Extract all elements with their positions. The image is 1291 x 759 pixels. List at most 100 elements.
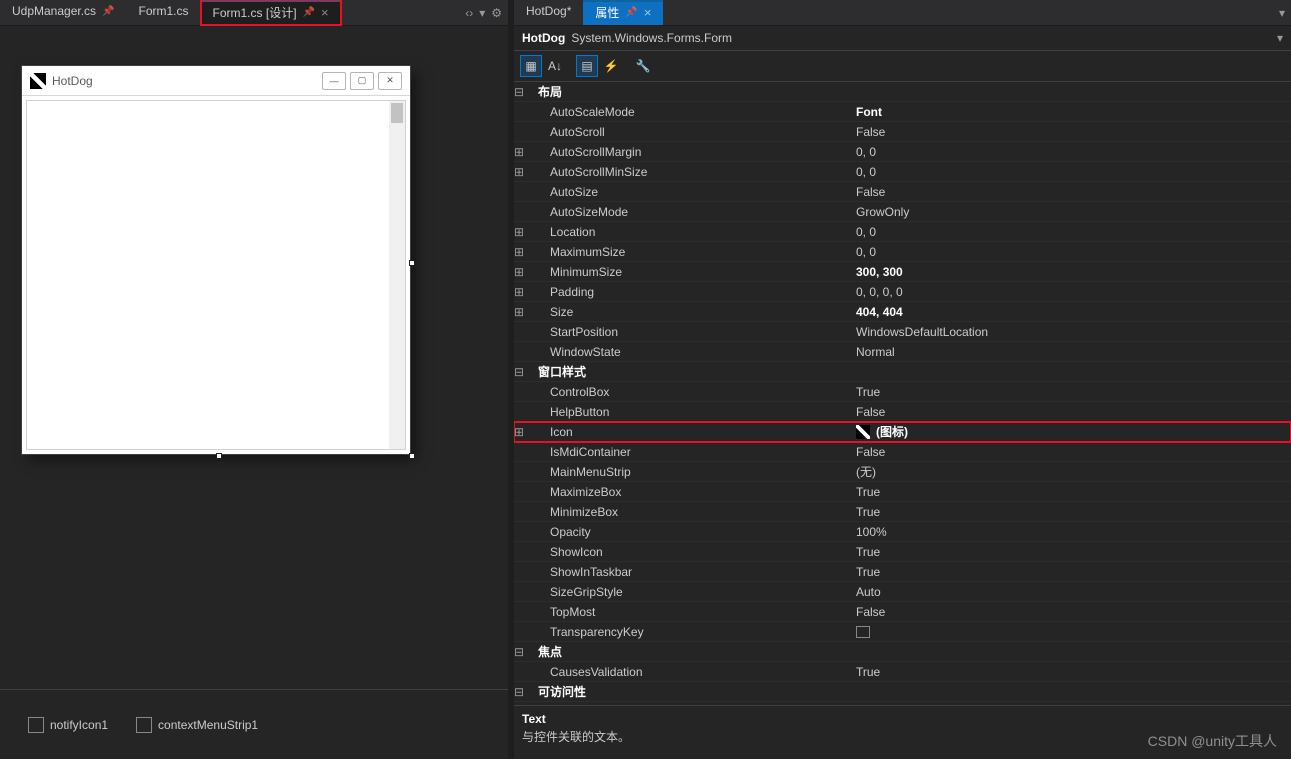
property-value[interactable]: 0, 0 <box>854 162 1291 181</box>
property-value[interactable]: GrowOnly <box>854 202 1291 221</box>
property-Padding[interactable]: ⊞Padding0, 0, 0, 0 <box>514 282 1291 302</box>
property-value[interactable]: False <box>854 402 1291 421</box>
property-MinimumSize[interactable]: ⊞MinimumSize300, 300 <box>514 262 1291 282</box>
properties-button[interactable]: ▤ <box>576 55 598 77</box>
property-value[interactable]: True <box>854 482 1291 501</box>
expand-toggle[interactable]: ⊞ <box>514 302 536 321</box>
property-MainMenuStrip[interactable]: MainMenuStrip(无) <box>514 462 1291 482</box>
maximize-button[interactable]: ▢ <box>350 72 374 90</box>
property-value[interactable]: Font <box>854 102 1291 121</box>
property-value[interactable] <box>854 702 1291 705</box>
property-StartPosition[interactable]: StartPositionWindowsDefaultLocation <box>514 322 1291 342</box>
property-value[interactable]: 0, 0 <box>854 222 1291 241</box>
property-SizeGripStyle[interactable]: SizeGripStyleAuto <box>514 582 1291 602</box>
property-Opacity[interactable]: Opacity100% <box>514 522 1291 542</box>
nav-back-icon[interactable]: ‹› <box>465 6 473 20</box>
close-icon[interactable]: × <box>644 5 652 20</box>
pin-icon[interactable]: 📌 <box>102 6 114 17</box>
pin-icon[interactable]: 📌 <box>303 7 315 18</box>
category-布局[interactable]: 布局 <box>536 82 562 101</box>
property-AutoScrollMargin[interactable]: ⊞AutoScrollMargin0, 0 <box>514 142 1291 162</box>
category-窗口样式[interactable]: 窗口样式 <box>536 362 586 381</box>
property-value[interactable]: (图标) <box>854 422 1291 441</box>
property-pages-button[interactable]: 🔧 <box>632 55 654 77</box>
property-value[interactable]: False <box>854 602 1291 621</box>
dropdown-icon[interactable]: ▾ <box>1279 6 1285 20</box>
expand-toggle[interactable]: ⊟ <box>514 362 536 381</box>
expand-toggle[interactable]: ⊞ <box>514 222 536 241</box>
close-button[interactable]: ✕ <box>378 72 402 90</box>
property-ControlBox[interactable]: ControlBoxTrue <box>514 382 1291 402</box>
property-AutoScroll[interactable]: AutoScrollFalse <box>514 122 1291 142</box>
gear-icon[interactable]: ⚙ <box>491 6 502 20</box>
property-value[interactable]: Auto <box>854 582 1291 601</box>
expand-toggle[interactable]: ⊟ <box>514 642 536 661</box>
minimize-button[interactable]: — <box>322 72 346 90</box>
pin-icon[interactable]: 📌 <box>625 7 637 18</box>
property-value[interactable]: True <box>854 562 1291 581</box>
property-Icon[interactable]: ⊞Icon(图标) <box>514 422 1291 442</box>
property-WindowState[interactable]: WindowStateNormal <box>514 342 1291 362</box>
property-value[interactable]: 0, 0 <box>854 242 1291 261</box>
events-button[interactable]: ⚡ <box>600 55 622 77</box>
property-value[interactable]: False <box>854 122 1291 141</box>
category-可访问性[interactable]: 可访问性 <box>536 682 586 701</box>
property-HelpButton[interactable]: HelpButtonFalse <box>514 402 1291 422</box>
expand-toggle[interactable]: ⊟ <box>514 682 536 701</box>
alphabetical-button[interactable]: A↓ <box>544 55 566 77</box>
property-AutoScrollMinSize[interactable]: ⊞AutoScrollMinSize0, 0 <box>514 162 1291 182</box>
property-TransparencyKey[interactable]: TransparencyKey <box>514 622 1291 642</box>
tab-form1-cs-[interactable]: Form1.cs [设计]📌× <box>201 0 341 25</box>
property-value[interactable]: True <box>854 542 1291 561</box>
property-MaximizeBox[interactable]: MaximizeBoxTrue <box>514 482 1291 502</box>
property-AutoScaleMode[interactable]: AutoScaleModeFont <box>514 102 1291 122</box>
close-icon[interactable]: × <box>321 5 329 20</box>
tab-HotDog*[interactable]: HotDog* <box>514 0 583 22</box>
property-AutoSizeMode[interactable]: AutoSizeModeGrowOnly <box>514 202 1291 222</box>
dropdown-icon[interactable]: ▾ <box>479 6 485 20</box>
expand-toggle[interactable]: ⊞ <box>514 142 536 161</box>
property-value[interactable] <box>854 622 1291 641</box>
chevron-down-icon[interactable]: ▾ <box>1277 31 1283 45</box>
tab-属性[interactable]: 属性📌× <box>583 0 663 25</box>
property-value[interactable]: 0, 0 <box>854 142 1291 161</box>
property-value[interactable]: (无) <box>854 462 1291 481</box>
tray-notifyIcon1[interactable]: notifyIcon1 <box>28 717 108 733</box>
expand-toggle[interactable]: ⊞ <box>514 262 536 281</box>
property-value[interactable]: False <box>854 442 1291 461</box>
scrollbar[interactable] <box>389 101 405 449</box>
expand-toggle[interactable]: ⊞ <box>514 422 536 441</box>
property-value[interactable]: 100% <box>854 522 1291 541</box>
tray-contextMenuStrip1[interactable]: contextMenuStrip1 <box>136 717 258 733</box>
property-MaximumSize[interactable]: ⊞MaximumSize0, 0 <box>514 242 1291 262</box>
expand-toggle[interactable]: ⊞ <box>514 242 536 261</box>
tab-form1-cs[interactable]: Form1.cs <box>127 0 201 22</box>
property-value[interactable]: False <box>854 182 1291 201</box>
property-value[interactable]: 300, 300 <box>854 262 1291 281</box>
property-IsMdiContainer[interactable]: IsMdiContainerFalse <box>514 442 1291 462</box>
property-ShowInTaskbar[interactable]: ShowInTaskbarTrue <box>514 562 1291 582</box>
property-Size[interactable]: ⊞Size404, 404 <box>514 302 1291 322</box>
property-ShowIcon[interactable]: ShowIconTrue <box>514 542 1291 562</box>
property-CausesValidation[interactable]: CausesValidationTrue <box>514 662 1291 682</box>
expand-toggle[interactable]: ⊟ <box>514 82 536 101</box>
category-焦点[interactable]: 焦点 <box>536 642 562 661</box>
expand-toggle[interactable]: ⊞ <box>514 162 536 181</box>
property-value[interactable]: 404, 404 <box>854 302 1291 321</box>
property-object-selector[interactable]: HotDog System.Windows.Forms.Form ▾ <box>514 26 1291 51</box>
property-grid[interactable]: ⊟布局AutoScaleModeFontAutoScrollFalse⊞Auto… <box>514 82 1291 705</box>
form-designer[interactable]: HotDog — ▢ ✕ <box>0 26 508 689</box>
property-value[interactable]: 0, 0, 0, 0 <box>854 282 1291 301</box>
categorized-button[interactable]: ▦ <box>520 55 542 77</box>
property-Location[interactable]: ⊞Location0, 0 <box>514 222 1291 242</box>
form-preview[interactable]: HotDog — ▢ ✕ <box>22 66 410 454</box>
form-client-area[interactable] <box>26 100 406 450</box>
property-value[interactable]: True <box>854 662 1291 681</box>
property-value[interactable]: True <box>854 502 1291 521</box>
expand-toggle[interactable]: ⊞ <box>514 282 536 301</box>
property-MinimizeBox[interactable]: MinimizeBoxTrue <box>514 502 1291 522</box>
property-value[interactable]: Normal <box>854 342 1291 361</box>
property-AccessibleDescription[interactable]: AccessibleDescription <box>514 702 1291 705</box>
property-AutoSize[interactable]: AutoSizeFalse <box>514 182 1291 202</box>
property-value[interactable]: True <box>854 382 1291 401</box>
